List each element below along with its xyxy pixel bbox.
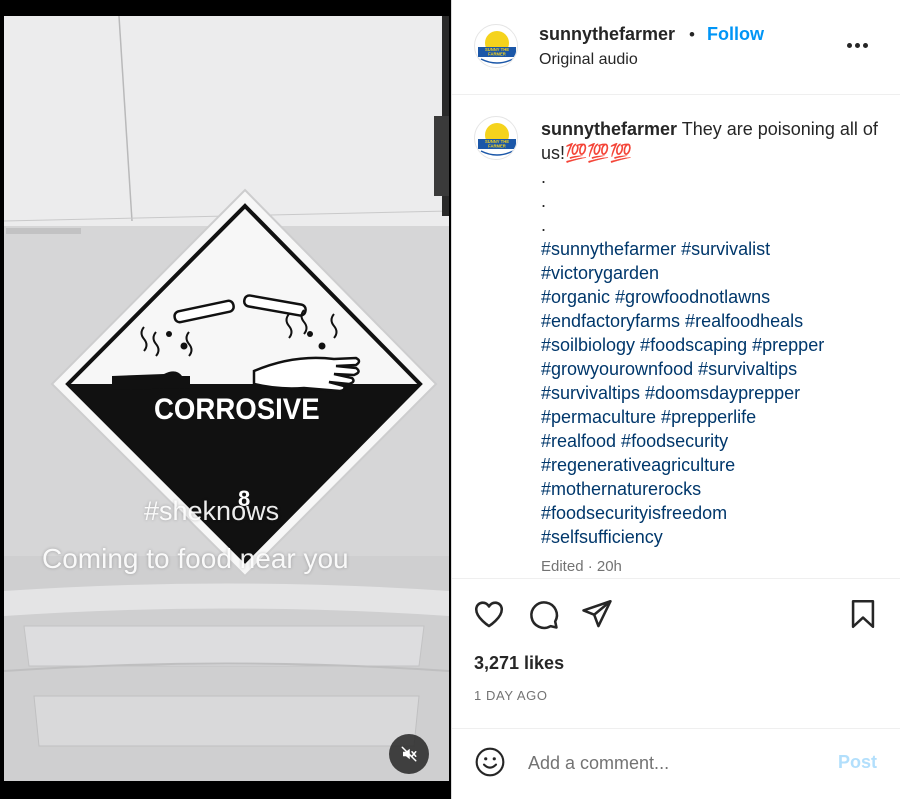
caption-avatar[interactable]: SUNNY THE FARMER [474, 116, 518, 160]
post-details-panel: SUNNY THE FARMER sunnythefarmer • Follow… [451, 0, 900, 799]
action-bar: 3,271 likes 1 DAY AGO [452, 578, 900, 728]
caption-username[interactable]: sunnythefarmer [541, 119, 677, 139]
caption-main: sunnythefarmer They are poisoning all of… [541, 117, 881, 165]
emoji-icon [475, 747, 505, 777]
hashtag-line[interactable]: #growyourownfood #survivaltips [541, 357, 881, 381]
post-header: SUNNY THE FARMER sunnythefarmer • Follow… [452, 0, 900, 95]
header-username[interactable]: sunnythefarmer [539, 24, 675, 45]
sign-label: CORROSIVE [154, 393, 320, 426]
more-options-icon [847, 43, 852, 48]
hashtag-line[interactable]: #organic #growfoodnotlawns [541, 285, 881, 309]
header-separator: • [689, 25, 695, 44]
video-player[interactable]: CORROSIVE 8 #sheknows Coming to food nea… [0, 0, 451, 799]
post-time[interactable]: 1 DAY AGO [474, 688, 548, 703]
more-options-icon-dot [863, 43, 868, 48]
post-comment-button[interactable]: Post [838, 752, 877, 773]
more-options-icon-dot [855, 43, 860, 48]
svg-text:FARMER: FARMER [488, 52, 506, 57]
hashtag-line[interactable]: #realfood #foodsecurity [541, 429, 881, 453]
avatar[interactable]: SUNNY THE FARMER [474, 24, 518, 68]
more-options-button[interactable] [847, 36, 873, 56]
caption-dot: . [541, 191, 547, 211]
video-overlay-hashtag: #sheknows [144, 496, 280, 526]
like-button[interactable] [472, 597, 506, 631]
heart-icon [474, 601, 504, 628]
video-frame[interactable]: CORROSIVE 8 #sheknows Coming to food nea… [4, 16, 449, 781]
caption-area: SUNNY THE FARMER sunnythefarmer They are… [452, 96, 900, 578]
mute-button[interactable] [389, 734, 429, 774]
original-audio-link[interactable]: Original audio [539, 51, 638, 69]
share-button[interactable] [580, 597, 614, 631]
hashtag-line[interactable]: #mothernaturerocks [541, 477, 881, 501]
share-icon [582, 599, 612, 628]
svg-text:FARMER: FARMER [488, 144, 506, 149]
hashtag-line[interactable]: #foodsecurityisfreedom [541, 501, 881, 525]
sunny-the-farmer-logo-icon: SUNNY THE FARMER [476, 118, 517, 159]
hashtag-list: #sunnythefarmer #survivalist #victorygar… [541, 237, 881, 549]
hashtag-line[interactable]: #soilbiology #foodscaping #prepper [541, 333, 881, 357]
comment-input[interactable] [528, 749, 818, 777]
follow-button[interactable]: Follow [707, 24, 764, 45]
comment-bar: Post [452, 728, 900, 799]
bookmark-icon [851, 599, 875, 629]
hashtag-line[interactable]: #permaculture #prepperlife [541, 405, 881, 429]
muted-speaker-icon [401, 746, 417, 762]
emoji-button[interactable] [474, 746, 506, 778]
comment-icon [530, 601, 559, 630]
save-button[interactable] [846, 597, 880, 631]
hashtag-line[interactable]: #selfsufficiency [541, 525, 881, 549]
hashtag-line[interactable]: #sunnythefarmer #survivalist [541, 237, 881, 261]
hashtag-line[interactable]: #survivaltips #doomsdayprepper [541, 381, 881, 405]
edited-timestamp: Edited · 20h [541, 558, 622, 575]
caption-dot: . [541, 215, 547, 235]
caption-text-block: sunnythefarmer They are poisoning all of… [541, 117, 881, 578]
video-letterbox-top [0, 0, 451, 16]
caption-dot: . [541, 167, 547, 187]
sunny-the-farmer-logo-icon: SUNNY THE FARMER [476, 26, 517, 67]
comment-button[interactable] [526, 597, 560, 631]
likes-count[interactable]: 3,271 likes [474, 653, 564, 674]
video-letterbox-bottom [0, 781, 451, 799]
hashtag-line[interactable]: #endfactoryfarms #realfoodheals [541, 309, 881, 333]
hashtag-line[interactable]: #victorygarden [541, 261, 881, 285]
hashtag-line[interactable]: #regenerativeagriculture [541, 453, 881, 477]
video-overlay-caption: Coming to food near you [42, 543, 349, 574]
